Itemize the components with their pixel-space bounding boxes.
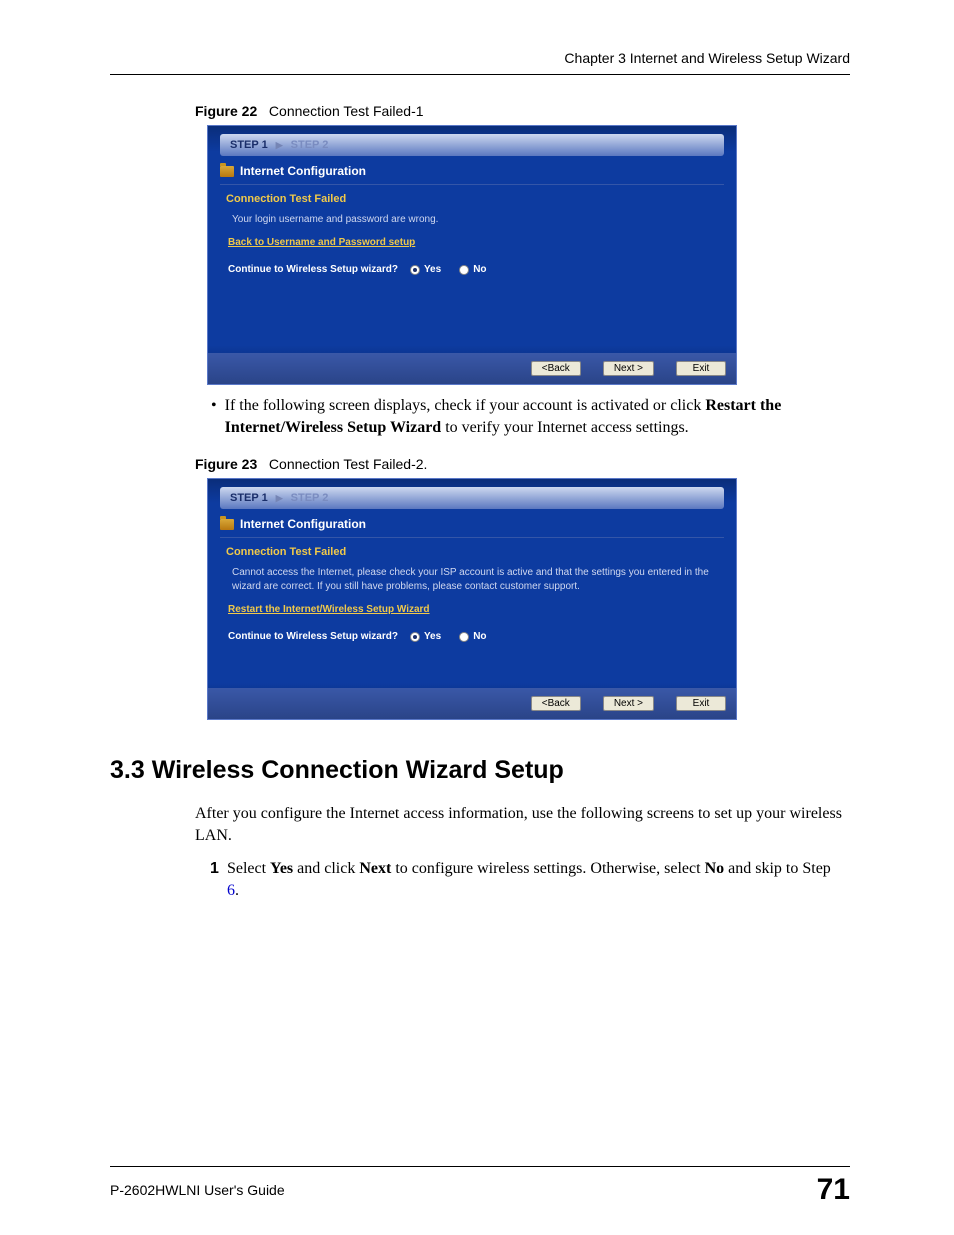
li1-b1: Yes [270, 860, 293, 877]
section-title-2: Internet Configuration [220, 515, 724, 538]
figure-22-screen: STEP 1 ▶ STEP 2 Internet Configuration C… [207, 125, 737, 385]
li1-m3: and skip to Step [724, 860, 831, 877]
li1-m2: to configure wireless settings. Otherwis… [391, 860, 704, 877]
folder-icon [220, 166, 234, 177]
figure-22-label: Figure 22 [195, 103, 257, 119]
back-button[interactable]: <Back [531, 361, 581, 376]
bullet-icon: • [211, 395, 217, 438]
page-footer: P-2602HWLNI User's Guide 71 [110, 1166, 850, 1207]
step-1-tab: STEP 1 [230, 139, 268, 151]
screen-footer: <Back Next > Exit [208, 353, 736, 384]
chapter-header: Chapter 3 Internet and Wireless Setup Wi… [110, 50, 850, 75]
failed-msg-2: Cannot access the Internet, please check… [232, 566, 718, 594]
back-button-2[interactable]: <Back [531, 696, 581, 711]
exit-button[interactable]: Exit [676, 361, 726, 376]
figure-22-caption: Figure 22 Connection Test Failed-1 [195, 103, 850, 119]
section-3-3-intro: After you configure the Internet access … [195, 803, 845, 846]
step-bar-2: STEP 1 ▶ STEP 2 [220, 487, 724, 509]
next-button-2[interactable]: Next > [603, 696, 654, 711]
step-bar: STEP 1 ▶ STEP 2 [220, 134, 724, 156]
screen-footer-2: <Back Next > Exit [208, 688, 736, 719]
list-item-1-text: Select Yes and click Next to configure w… [227, 858, 845, 901]
footer-guide: P-2602HWLNI User's Guide [110, 1182, 285, 1198]
radio-no[interactable] [459, 265, 469, 275]
step-arrow-icon: ▶ [276, 140, 283, 151]
radio-no-label-2: No [473, 631, 486, 642]
li1-b3: No [705, 860, 725, 877]
restart-link[interactable]: Restart the Internet/Wireless Setup Wiza… [228, 604, 718, 615]
exit-button-2[interactable]: Exit [676, 696, 726, 711]
next-button[interactable]: Next > [603, 361, 654, 376]
step-arrow-icon-2: ▶ [276, 493, 283, 504]
radio-yes-2[interactable] [410, 632, 420, 642]
step-2-tab: STEP 2 [291, 139, 329, 151]
radio-no-2[interactable] [459, 632, 469, 642]
section-title-text: Internet Configuration [240, 164, 366, 178]
bullet-1: • If the following screen displays, chec… [207, 395, 847, 438]
bullet-1-text: If the following screen displays, check … [225, 395, 847, 438]
back-link[interactable]: Back to Username and Password setup [228, 237, 718, 248]
step-1-tab-2: STEP 1 [230, 492, 268, 504]
li1-b2: Next [359, 860, 391, 877]
figure-23-label: Figure 23 [195, 456, 257, 472]
figure-23-caption: Figure 23 Connection Test Failed-2. [195, 456, 850, 472]
continue-label: Continue to Wireless Setup wizard? [228, 264, 398, 275]
li1-m1: and click [293, 860, 359, 877]
list-item-1: 1 Select Yes and click Next to configure… [195, 858, 845, 901]
step-6-link[interactable]: 6 [227, 882, 235, 899]
figure-23-title: Connection Test Failed-2. [269, 456, 428, 472]
failed-title-2: Connection Test Failed [226, 546, 718, 558]
continue-label-2: Continue to Wireless Setup wizard? [228, 631, 398, 642]
continue-radio-row-2: Continue to Wireless Setup wizard? Yes N… [228, 631, 718, 642]
screen-body-2: Connection Test Failed Cannot access the… [208, 542, 736, 688]
section-title-text-2: Internet Configuration [240, 517, 366, 531]
radio-yes-label-2: Yes [424, 631, 441, 642]
section-title: Internet Configuration [220, 162, 724, 185]
folder-icon-2 [220, 519, 234, 530]
figure-22-title: Connection Test Failed-1 [269, 103, 424, 119]
bullet-1-post: to verify your Internet access settings. [441, 419, 688, 436]
screen-body: Connection Test Failed Your login userna… [208, 189, 736, 353]
radio-yes-label: Yes [424, 264, 441, 275]
li1-pre: Select [227, 860, 270, 877]
radio-no-label: No [473, 264, 486, 275]
radio-yes[interactable] [410, 265, 420, 275]
continue-radio-row: Continue to Wireless Setup wizard? Yes N… [228, 264, 718, 275]
bullet-1-pre: If the following screen displays, check … [225, 397, 706, 414]
failed-msg: Your login username and password are wro… [232, 213, 718, 227]
figure-23-screen: STEP 1 ▶ STEP 2 Internet Configuration C… [207, 478, 737, 720]
failed-title: Connection Test Failed [226, 193, 718, 205]
list-item-1-num: 1 [195, 858, 219, 901]
step-2-tab-2: STEP 2 [291, 492, 329, 504]
section-3-3-heading: 3.3 Wireless Connection Wizard Setup [110, 756, 850, 785]
li1-tail: . [235, 882, 239, 899]
footer-page-num: 71 [817, 1173, 850, 1207]
